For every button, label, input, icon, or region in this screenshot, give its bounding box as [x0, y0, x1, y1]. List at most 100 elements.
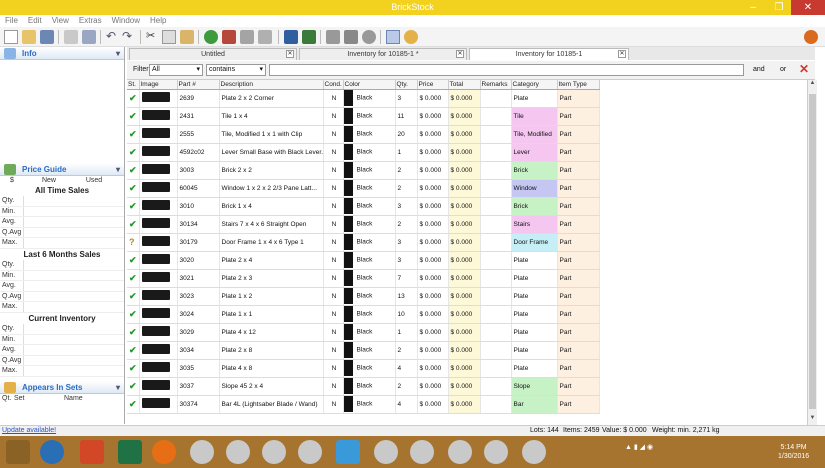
app-icon[interactable] — [298, 440, 322, 464]
table-row[interactable]: ✔ 2431 Tile 1 x 4 N Black 11 $ 0.000 $ 0.000 Til… — [127, 107, 600, 126]
undo-icon[interactable]: ↶ — [106, 30, 120, 44]
column-header[interactable]: Qty. — [395, 80, 418, 90]
column-header[interactable]: Part # — [177, 80, 220, 90]
search-icon[interactable] — [404, 30, 418, 44]
save-icon[interactable] — [40, 30, 54, 44]
menu-edit[interactable]: Edit — [23, 15, 47, 27]
scrollbar-thumb[interactable] — [809, 94, 816, 409]
column-header[interactable]: Total — [448, 80, 481, 90]
menu-file[interactable]: File — [0, 15, 23, 27]
column-header[interactable]: Image — [139, 80, 178, 90]
open-folder-icon[interactable] — [22, 30, 36, 44]
column-header[interactable]: Remarks — [480, 80, 512, 90]
task-icon[interactable] — [344, 30, 358, 44]
filter-or-toggle[interactable]: or — [780, 66, 786, 73]
chevron-down-icon[interactable]: ▾ — [116, 381, 120, 394]
scroll-down-icon[interactable]: ▼ — [808, 415, 817, 425]
chevron-down-icon[interactable]: ▾ — [116, 163, 120, 176]
paste-icon[interactable] — [180, 30, 194, 44]
app-icon[interactable] — [374, 440, 398, 464]
copy-icon[interactable] — [162, 30, 176, 44]
vertical-scrollbar[interactable]: ▲ ▼ — [807, 80, 817, 425]
table-row[interactable]: ✔ 4592c02 Lever Small Base with Black Leve… — [127, 143, 600, 162]
subtract-icon[interactable] — [222, 30, 236, 44]
table-row[interactable]: ✔ 60045 Window 1 x 2 x 2 2/3 Pane Latt... N… — [127, 179, 600, 198]
filter-icon[interactable] — [386, 30, 400, 44]
cut-icon[interactable]: ✂ — [146, 30, 160, 44]
chevron-down-icon[interactable]: ▾ — [116, 47, 120, 60]
divide-icon[interactable] — [258, 30, 272, 44]
column-header[interactable]: Price — [417, 80, 449, 90]
app-icon[interactable] — [448, 440, 472, 464]
app-icon[interactable] — [336, 440, 360, 464]
column-header[interactable]: Item Type — [557, 80, 600, 90]
menu-extras[interactable]: Extras — [74, 15, 107, 27]
close-tab-icon[interactable]: ✕ — [618, 50, 626, 58]
table-row[interactable]: ✔ 3034 Plate 2 x 8 N Black 2 $ 0.000 $ 0.000 Pla… — [127, 341, 600, 360]
table-row[interactable]: ✔ 3029 Plate 4 x 12 N Black 1 $ 0.000 $ 0.000 Pl… — [127, 323, 600, 342]
price-guide-icon[interactable] — [284, 30, 298, 44]
upload-icon[interactable] — [326, 30, 340, 44]
update-available-link[interactable]: Update available! — [2, 426, 56, 436]
settings-icon[interactable] — [362, 30, 376, 44]
tab-untitled[interactable]: Untitled ✕ — [129, 48, 297, 60]
table-row[interactable]: ✔ 3003 Brick 2 x 2 N Black 2 $ 0.000 $ 0.000 Bri… — [127, 161, 600, 180]
tab-inventory-active[interactable]: Inventory for 10185-1 ✕ — [469, 48, 629, 60]
brickstock-icon[interactable] — [152, 440, 176, 464]
app-icon[interactable] — [410, 440, 434, 464]
table-row[interactable]: ✔ 3024 Plate 1 x 1 N Black 10 $ 0.000 $ 0.000 Pl… — [127, 305, 600, 324]
table-row[interactable]: ✔ 2639 Plate 2 x 2 Corner N Black 3 $ 0.000 $ 0… — [127, 89, 600, 108]
table-row[interactable]: ✔ 3035 Plate 4 x 8 N Black 4 $ 0.000 $ 0.000 Pla… — [127, 359, 600, 378]
chevron-down-icon: ▾ — [259, 66, 263, 73]
filter-and-toggle[interactable]: and — [753, 66, 765, 73]
app-icon[interactable] — [522, 440, 546, 464]
close-button[interactable]: ✕ — [791, 0, 825, 15]
export-icon[interactable] — [82, 30, 96, 44]
filter-text-input[interactable] — [269, 64, 744, 76]
column-header[interactable]: Description — [219, 80, 324, 90]
table-row[interactable]: ✔ 2555 Tile, Modified 1 x 1 with Clip N Blac… — [127, 125, 600, 144]
column-header[interactable]: Cond. — [323, 80, 344, 90]
table-row[interactable]: ✔ 3010 Brick 1 x 4 N Black 3 $ 0.000 $ 0.000 Bri… — [127, 197, 600, 216]
new-document-icon[interactable] — [4, 30, 18, 44]
redo-icon[interactable]: ↷ — [122, 30, 136, 44]
table-row[interactable]: ✔ 3021 Plate 2 x 3 N Black 7 $ 0.000 $ 0.000 Pla… — [127, 269, 600, 288]
menu-window[interactable]: Window — [107, 15, 145, 27]
filter-field-select[interactable]: All ▾ — [149, 64, 203, 76]
powerpoint-icon[interactable] — [80, 440, 104, 464]
table-row[interactable]: ✔ 3037 Slope 45 2 x 4 N Black 2 $ 0.000 $ 0.000… — [127, 377, 600, 396]
minimize-button[interactable]: – — [740, 0, 766, 15]
table-row[interactable]: ✔ 30134 Stairs 7 x 4 x 6 Straight Open N Bla… — [127, 215, 600, 234]
close-tab-icon[interactable]: ✕ — [286, 50, 294, 58]
filter-mode-select[interactable]: contains ▾ — [206, 64, 266, 76]
menu-help[interactable]: Help — [145, 15, 171, 27]
price-guide-header[interactable]: Price Guide ▾ — [0, 163, 124, 176]
table-row[interactable]: ? 30179 Door Frame 1 x 4 x 6 Type 1 N Black 3… — [127, 233, 600, 252]
tab-inventory-modified[interactable]: Inventory for 10185-1 * ✕ — [299, 48, 467, 60]
update-prices-icon[interactable] — [302, 30, 316, 44]
add-item-icon[interactable] — [204, 30, 218, 44]
column-header[interactable]: Color — [343, 80, 396, 90]
excel-icon[interactable] — [118, 440, 142, 464]
clock[interactable]: 5:14 PM 1/30/2016 — [778, 443, 809, 461]
table-row[interactable]: ✔ 3020 Plate 2 x 4 N Black 3 $ 0.000 $ 0.000 Pla… — [127, 251, 600, 270]
scroll-up-icon[interactable]: ▲ — [808, 80, 817, 90]
app-icon[interactable] — [262, 440, 286, 464]
maximize-button[interactable]: ❐ — [766, 0, 792, 15]
app-icon[interactable] — [484, 440, 508, 464]
app-icon[interactable] — [190, 440, 214, 464]
close-tab-icon[interactable]: ✕ — [456, 50, 464, 58]
print-icon[interactable] — [64, 30, 78, 44]
start-icon[interactable] — [6, 440, 30, 464]
browser-icon[interactable] — [40, 440, 64, 464]
appears-in-sets-header[interactable]: Appears In Sets ▾ — [0, 380, 124, 394]
table-row[interactable]: ✔ 3023 Plate 1 x 2 N Black 13 $ 0.000 $ 0.000 Pl… — [127, 287, 600, 306]
clear-filter-icon[interactable]: ✕ — [799, 62, 809, 76]
column-header[interactable]: St. — [127, 80, 140, 90]
table-row[interactable]: ✔ 30374 Bar 4L (Lightsaber Blade / Wand) N B… — [127, 395, 600, 414]
app-icon[interactable] — [226, 440, 250, 464]
info-panel-header[interactable]: Info ▾ — [0, 47, 124, 60]
menu-view[interactable]: View — [47, 15, 74, 27]
column-header[interactable]: Category — [511, 80, 558, 90]
merge-icon[interactable] — [240, 30, 254, 44]
